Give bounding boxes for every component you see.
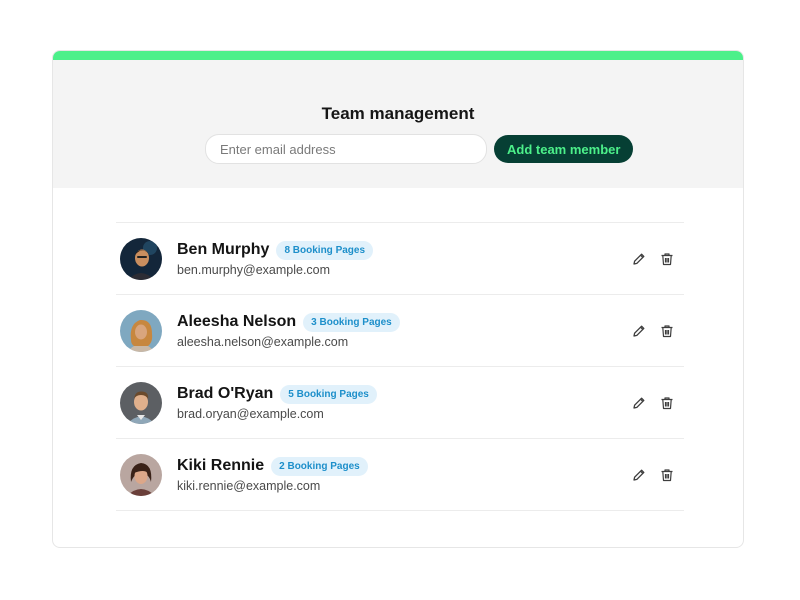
row-actions	[620, 223, 676, 294]
trash-icon[interactable]	[658, 394, 676, 412]
add-member-form: Add team member	[205, 134, 634, 164]
row-actions	[620, 439, 676, 510]
row-actions	[620, 367, 676, 438]
booking-pages-badge: 2 Booking Pages	[271, 456, 368, 476]
member-row: Ben Murphy 8 Booking Pages ben.murphy@ex…	[116, 223, 684, 295]
booking-pages-badge: 3 Booking Pages	[303, 312, 400, 332]
pencil-icon[interactable]	[630, 322, 648, 340]
member-info: Brad O'Ryan 5 Booking Pages brad.oryan@e…	[177, 384, 377, 421]
member-email: brad.oryan@example.com	[177, 406, 324, 421]
avatar	[120, 381, 162, 424]
member-info: Ben Murphy 8 Booking Pages ben.murphy@ex…	[177, 240, 374, 277]
header: Team management Add team member	[53, 60, 743, 188]
booking-pages-badge: 8 Booking Pages	[276, 240, 374, 260]
member-row: Aleesha Nelson 3 Booking Pages aleesha.n…	[116, 295, 684, 367]
member-name: Ben Murphy	[177, 241, 270, 258]
member-info: Aleesha Nelson 3 Booking Pages aleesha.n…	[177, 312, 400, 349]
member-email: ben.murphy@example.com	[177, 262, 331, 277]
member-row: Brad O'Ryan 5 Booking Pages brad.oryan@e…	[116, 367, 684, 439]
booking-pages-badge: 5 Booking Pages	[280, 384, 377, 404]
pencil-icon[interactable]	[630, 250, 648, 268]
member-email: aleesha.nelson@example.com	[177, 334, 349, 349]
add-team-member-button[interactable]: Add team member	[494, 135, 634, 163]
member-name: Brad O'Ryan	[177, 385, 274, 402]
avatar	[120, 309, 162, 352]
email-input[interactable]	[205, 134, 487, 164]
member-info: Kiki Rennie 2 Booking Pages kiki.rennie@…	[177, 456, 368, 493]
accent-bar	[53, 51, 743, 60]
trash-icon[interactable]	[658, 322, 676, 340]
team-management-card: Team management Add team member Ben	[52, 50, 744, 548]
member-row: Kiki Rennie 2 Booking Pages kiki.rennie@…	[116, 439, 684, 511]
pencil-icon[interactable]	[630, 466, 648, 484]
pencil-icon[interactable]	[630, 394, 648, 412]
page-title: Team management	[321, 104, 475, 123]
member-list: Ben Murphy 8 Booking Pages ben.murphy@ex…	[116, 222, 684, 511]
avatar	[120, 237, 162, 280]
member-name: Kiki Rennie	[177, 457, 265, 474]
trash-icon[interactable]	[658, 250, 676, 268]
row-actions	[620, 295, 676, 366]
member-name: Aleesha Nelson	[177, 313, 297, 330]
avatar	[120, 453, 162, 496]
member-email: kiki.rennie@example.com	[177, 478, 321, 493]
trash-icon[interactable]	[658, 466, 676, 484]
